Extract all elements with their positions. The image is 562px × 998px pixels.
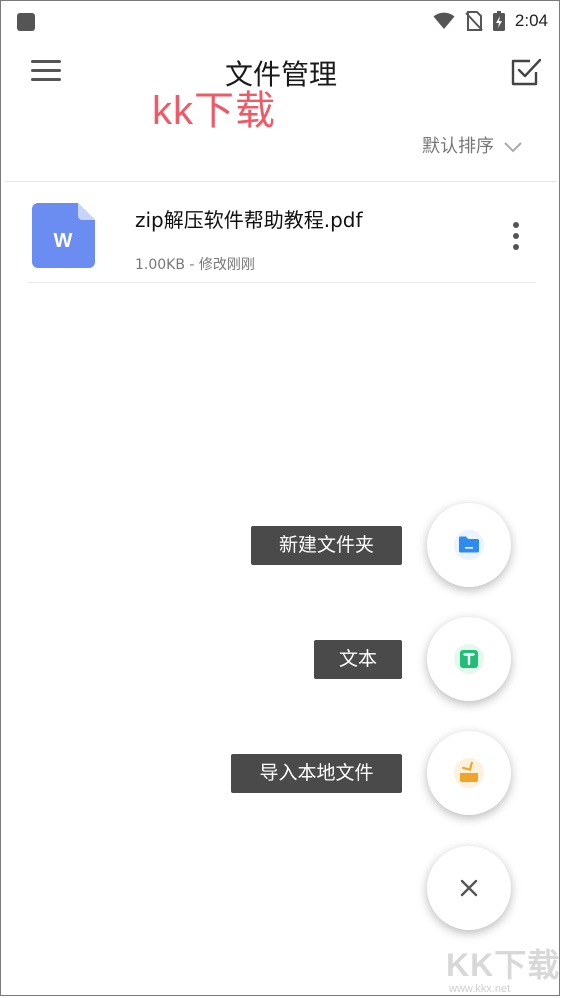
fab-label-text[interactable]: 文本 [314, 640, 402, 679]
header-divider [5, 181, 557, 182]
watermark-text: kk下载 [152, 89, 276, 133]
footer-watermark: KK下载 [446, 947, 561, 983]
new-text-button[interactable] [427, 617, 511, 701]
sort-label: 默认排序 [422, 136, 494, 157]
file-meta: 1.00KB - 修改刚刚 [135, 257, 255, 273]
checkbox-select-icon[interactable] [510, 56, 542, 88]
more-options-icon[interactable] [510, 222, 522, 252]
no-sim-icon [465, 11, 483, 31]
close-menu-button[interactable] [427, 846, 511, 930]
word-document-icon: W [32, 203, 95, 268]
fab-label-import[interactable]: 导入本地文件 [231, 754, 402, 793]
footer-watermark-url: www.kkx.net [449, 983, 511, 995]
sort-dropdown[interactable]: 默认排序 [422, 132, 522, 158]
page-title: 文件管理 [224, 58, 337, 91]
app-notification-icon [17, 13, 35, 31]
status-bar: 2:04 [0, 0, 562, 44]
new-folder-button[interactable] [427, 503, 511, 587]
file-name: zip解压软件帮助教程.pdf [135, 208, 363, 232]
text-document-icon [460, 650, 478, 668]
close-icon [460, 879, 478, 897]
import-local-file-button[interactable] [427, 731, 511, 815]
fab-label-new-folder[interactable]: 新建文件夹 [251, 526, 402, 565]
battery-charging-icon [492, 11, 505, 31]
wifi-icon [433, 12, 455, 29]
chevron-down-icon [504, 142, 522, 153]
import-icon [460, 762, 478, 782]
folder-icon [459, 536, 479, 553]
status-time: 2:04 [514, 11, 548, 30]
file-list-item[interactable]: W zip解压软件帮助教程.pdf 1.00KB - 修改刚刚 [28, 186, 536, 283]
file-icon-letter: W [54, 230, 73, 252]
